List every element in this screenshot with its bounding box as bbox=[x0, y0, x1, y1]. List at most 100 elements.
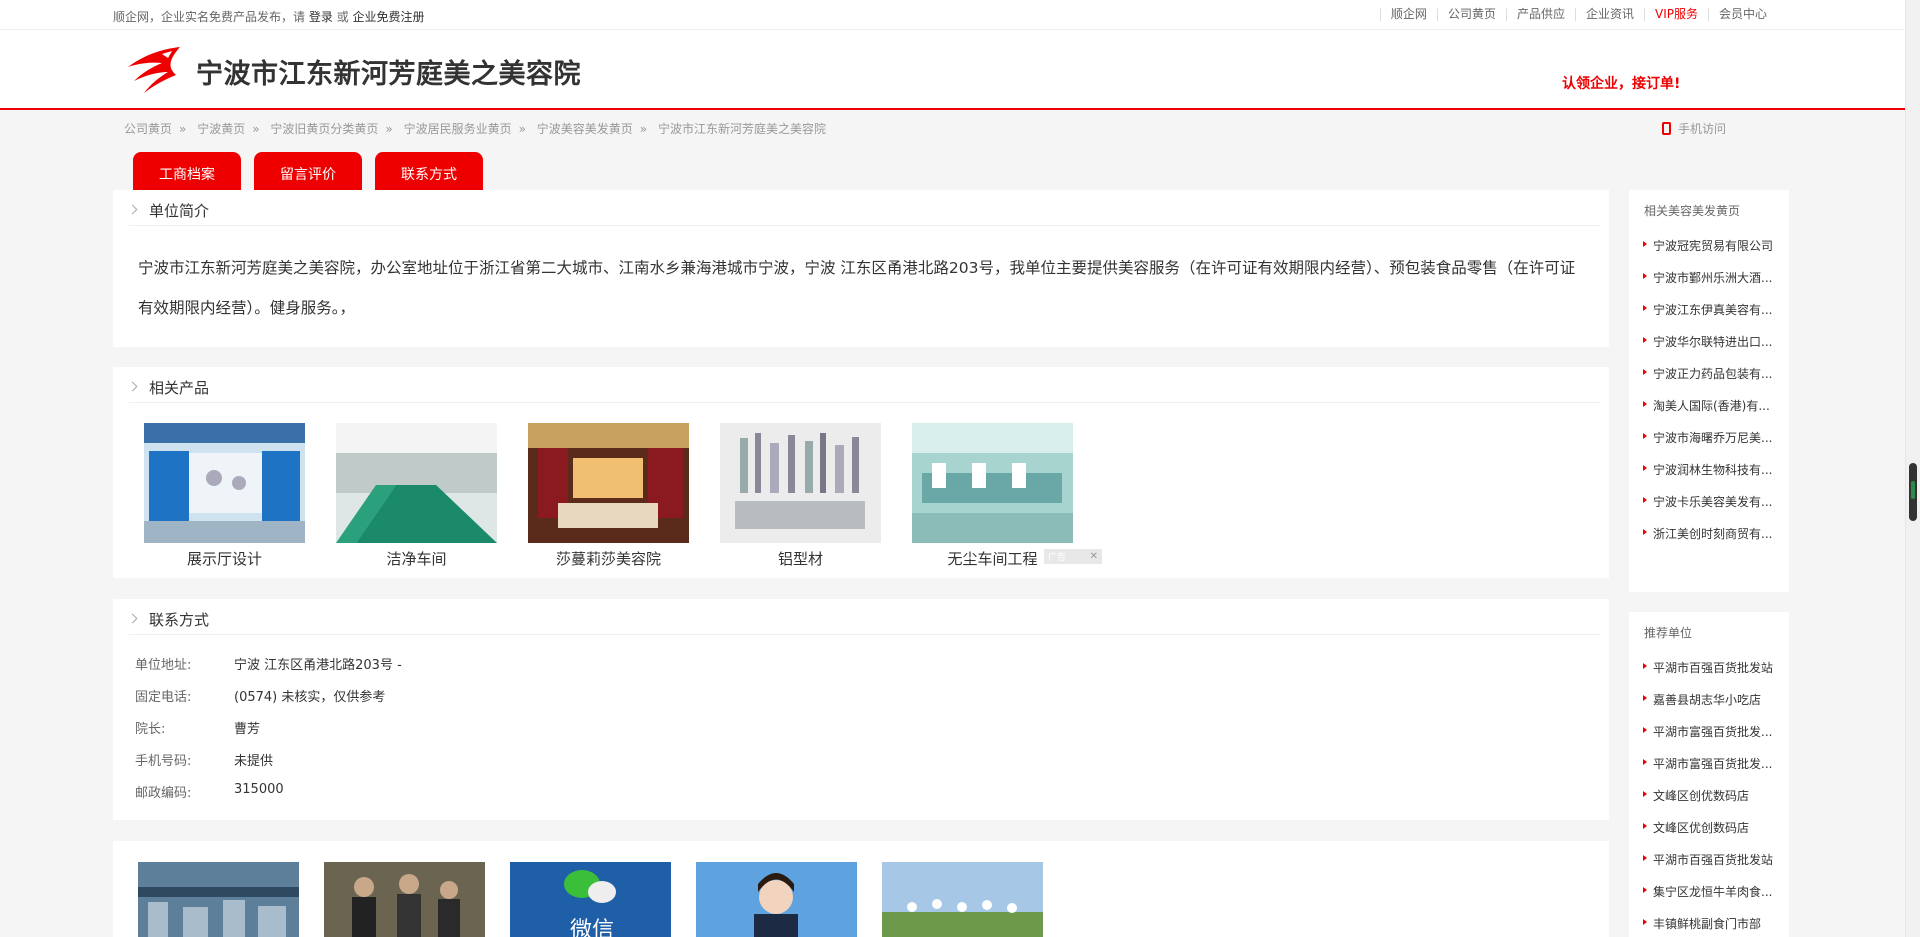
tab-business-archive[interactable]: 工商档案 bbox=[133, 152, 241, 190]
triangle-bullet-icon bbox=[1643, 727, 1647, 733]
sidebar-link[interactable]: 平湖市富强百货批发... bbox=[1643, 755, 1773, 787]
welcome-prefix: 顺企网，企业实名免费产品发布，请 bbox=[113, 10, 306, 24]
triangle-bullet-icon bbox=[1643, 369, 1647, 375]
triangle-bullet-icon bbox=[1643, 401, 1647, 407]
contact-row-director: 院长: 曹芳 bbox=[135, 718, 402, 750]
banner-image-factory[interactable] bbox=[138, 862, 299, 937]
product-item[interactable]: 洁净车间 bbox=[336, 423, 497, 569]
intro-heading-text: 单位简介 bbox=[149, 202, 210, 220]
sidebar-related-title: 相关美容美发黄页 bbox=[1644, 204, 1741, 218]
triangle-bullet-icon bbox=[1643, 273, 1647, 279]
product-caption[interactable]: 洁净车间 bbox=[336, 548, 497, 569]
banner-image-wechat[interactable]: 微信 bbox=[510, 862, 671, 937]
top-nav-news[interactable]: 企业资讯 bbox=[1574, 8, 1644, 21]
banner-panel: 微信 bbox=[113, 841, 1609, 937]
sidebar-link[interactable]: 宁波江东伊真美容有... bbox=[1643, 301, 1773, 333]
mobile-access-link[interactable]: 手机访问 bbox=[1662, 120, 1726, 137]
top-nav-member[interactable]: 会员中心 bbox=[1707, 8, 1777, 21]
product-caption[interactable]: 铝型材 bbox=[720, 548, 881, 569]
register-link[interactable]: 企业免费注册 bbox=[353, 10, 425, 24]
banner-image-service[interactable] bbox=[696, 862, 857, 937]
contact-value: 315000 bbox=[234, 782, 284, 797]
sidebar-link[interactable]: 淘美人国际(香港)有... bbox=[1643, 397, 1773, 429]
product-item[interactable]: 无尘车间工程 bbox=[912, 423, 1073, 569]
breadcrumb-item[interactable]: 宁波旧黄页分类黄页 bbox=[270, 122, 378, 136]
breadcrumb-item[interactable]: 公司黄页 bbox=[124, 122, 172, 136]
sidebar-link[interactable]: 平湖市百强百货批发站 bbox=[1643, 659, 1773, 691]
company-title: 宁波市江东新河芳庭美之美容院 bbox=[196, 59, 581, 90]
triangle-bullet-icon bbox=[1643, 433, 1647, 439]
product-caption[interactable]: 展示厅设计 bbox=[144, 548, 305, 569]
svg-text:微信: 微信 bbox=[570, 918, 614, 937]
banner-image-team[interactable] bbox=[882, 862, 1043, 937]
sidebar-link[interactable]: 平湖市百强百货批发站 bbox=[1643, 851, 1773, 883]
product-caption[interactable]: 莎蔓莉莎美容院 bbox=[528, 548, 689, 569]
ad-badge[interactable]: 广告 ✕ bbox=[1044, 549, 1102, 564]
sidebar-recommend-list: 平湖市百强百货批发站 嘉善县胡志华小吃店 平湖市富强百货批发... 平湖市富强百… bbox=[1643, 659, 1773, 937]
sidebar-link[interactable]: 文峰区优创数码店 bbox=[1643, 819, 1773, 851]
tab-reviews[interactable]: 留言评价 bbox=[254, 152, 362, 190]
contact-label: 单位地址: bbox=[135, 658, 192, 673]
top-nav-products[interactable]: 产品供应 bbox=[1505, 8, 1575, 21]
top-nav-vip[interactable]: VIP服务 bbox=[1643, 8, 1708, 21]
triangle-bullet-icon bbox=[1643, 855, 1647, 861]
tab-contact[interactable]: 联系方式 bbox=[375, 152, 483, 190]
sidebar-recommend-title: 推荐单位 bbox=[1644, 626, 1693, 640]
banner-list: 微信 bbox=[138, 862, 1068, 937]
sidebar-link[interactable]: 宁波市海曙乔万尼美... bbox=[1643, 429, 1773, 461]
product-item[interactable]: 展示厅设计 bbox=[144, 423, 305, 569]
breadcrumb-item[interactable]: 宁波居民服务业黄页 bbox=[404, 122, 512, 136]
sidebar-link[interactable]: 宁波冠宪贸易有限公司 bbox=[1643, 237, 1773, 269]
contact-heading: 联系方式 bbox=[127, 609, 1601, 635]
products-panel: 相关产品 展示厅设计 洁净车间 莎蔓莉莎美容院 铝型材 无尘车间工程 广告 ✕ bbox=[113, 367, 1609, 578]
sidebar-link[interactable]: 丰镇鲜桃副食门市部 bbox=[1643, 915, 1773, 937]
sidebar-recommended: 推荐单位 平湖市百强百货批发站 嘉善县胡志华小吃店 平湖市富强百货批发... 平… bbox=[1629, 612, 1789, 937]
top-nav-home[interactable]: 顺企网 bbox=[1379, 8, 1437, 21]
sidebar-link[interactable]: 宁波华尔联特进出口... bbox=[1643, 333, 1773, 365]
sidebar-link[interactable]: 宁波正力药品包装有... bbox=[1643, 365, 1773, 397]
or-text: 或 bbox=[336, 10, 349, 24]
product-item[interactable]: 莎蔓莉莎美容院 bbox=[528, 423, 689, 569]
contact-row-address: 单位地址: 宁波 江东区甬港北路203号 - bbox=[135, 654, 402, 686]
product-image-dustfree[interactable] bbox=[912, 423, 1073, 543]
logo-icon[interactable] bbox=[122, 45, 182, 95]
contact-row-mobile: 手机号码: 未提供 bbox=[135, 750, 402, 782]
sidebar-link[interactable]: 浙江美创时刻商贸有... bbox=[1643, 525, 1773, 557]
product-item[interactable]: 铝型材 bbox=[720, 423, 881, 569]
triangle-bullet-icon bbox=[1643, 465, 1647, 471]
contact-label: 院长: bbox=[135, 722, 166, 737]
product-image-aluminum[interactable] bbox=[720, 423, 881, 543]
welcome-text: 顺企网，企业实名免费产品发布，请 登录 或 企业免费注册 bbox=[113, 8, 425, 25]
product-image-cleanroom[interactable] bbox=[336, 423, 497, 543]
banner-image-crew[interactable] bbox=[324, 862, 485, 937]
contact-label: 固定电话: bbox=[135, 690, 192, 705]
login-link[interactable]: 登录 bbox=[309, 10, 333, 24]
breadcrumb-item[interactable]: 宁波美容美发黄页 bbox=[537, 122, 633, 136]
sidebar-link[interactable]: 文峰区创优数码店 bbox=[1643, 787, 1773, 819]
sidebar-link[interactable]: 宁波润林生物科技有... bbox=[1643, 461, 1773, 493]
sidebar-link[interactable]: 宁波卡乐美容美发有... bbox=[1643, 493, 1773, 525]
sidebar-link[interactable]: 集宁区龙恒牛羊肉食... bbox=[1643, 883, 1773, 915]
intro-heading: 单位简介 bbox=[127, 200, 1601, 226]
products-heading-text: 相关产品 bbox=[149, 379, 210, 397]
sidebar-link[interactable]: 平湖市富强百货批发... bbox=[1643, 723, 1773, 755]
page-scrollbar[interactable] bbox=[1905, 0, 1920, 937]
triangle-bullet-icon bbox=[1643, 337, 1647, 343]
contact-value: 宁波 江东区甬港北路203号 - bbox=[234, 658, 402, 673]
claim-enterprise-link[interactable]: 认领企业，接订单! bbox=[1562, 73, 1680, 93]
product-image-showroom[interactable] bbox=[144, 423, 305, 543]
intro-text: 宁波市江东新河芳庭美之美容院，办公室地址位于浙江省第二大城市、江南水乡兼海港城市… bbox=[138, 259, 1576, 317]
triangle-bullet-icon bbox=[1643, 919, 1647, 925]
sidebar-link[interactable]: 宁波市鄞州乐洲大酒... bbox=[1643, 269, 1773, 301]
product-image-beauty-salon[interactable] bbox=[528, 423, 689, 543]
triangle-bullet-icon bbox=[1643, 791, 1647, 797]
scrollbar-thumb[interactable] bbox=[1909, 463, 1917, 521]
triangle-bullet-icon bbox=[1643, 823, 1647, 829]
breadcrumb-item[interactable]: 宁波黄页 bbox=[197, 122, 245, 136]
sidebar-link[interactable]: 嘉善县胡志华小吃店 bbox=[1643, 691, 1773, 723]
close-icon[interactable]: ✕ bbox=[1090, 551, 1098, 562]
triangle-bullet-icon bbox=[1643, 529, 1647, 535]
triangle-bullet-icon bbox=[1643, 305, 1647, 311]
top-nav-yellowpages[interactable]: 公司黄页 bbox=[1436, 8, 1506, 21]
sidebar-related-list: 宁波冠宪贸易有限公司 宁波市鄞州乐洲大酒... 宁波江东伊真美容有... 宁波华… bbox=[1643, 237, 1773, 557]
